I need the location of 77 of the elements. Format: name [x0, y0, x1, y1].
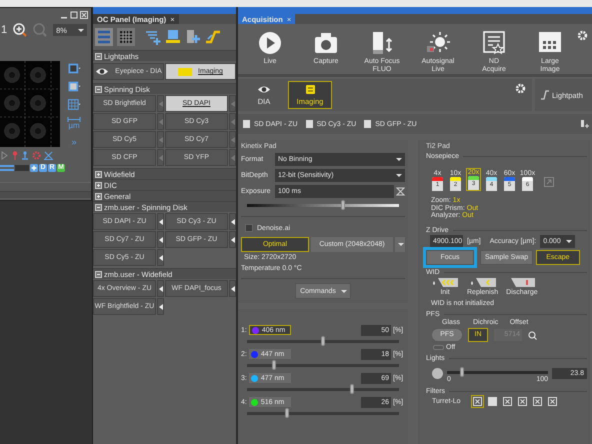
cross-box-icon [548, 397, 557, 406]
left-triangle-icon [230, 154, 234, 160]
marker-icon[interactable] [21, 150, 29, 160]
checkbox[interactable] [245, 224, 253, 232]
sun-icon [426, 31, 450, 55]
syringe-icon [468, 276, 497, 288]
play-icon [258, 31, 282, 55]
square-icon [243, 120, 250, 128]
arrow-button[interactable] [157, 280, 164, 297]
grid-icon[interactable] [65, 99, 83, 110]
left-triangle-icon [158, 304, 162, 310]
eye-icon [95, 67, 110, 76]
filter-button[interactable] [516, 395, 529, 408]
cross-box-icon [532, 397, 542, 406]
square-icon [364, 120, 372, 128]
grid-view-icon[interactable] [117, 28, 135, 46]
expand-toggle[interactable] [95, 182, 102, 188]
oc-icon [306, 84, 314, 94]
measure-icon[interactable] [44, 150, 53, 160]
cross-box-icon [502, 397, 512, 406]
left-triangle-icon [230, 286, 234, 292]
square-icon [488, 397, 497, 406]
expand-toggle[interactable] [95, 170, 102, 178]
expand-toggle[interactable] [95, 86, 102, 92]
left-triangle-icon [158, 236, 162, 242]
eye-icon [257, 84, 271, 94]
lamp-button[interactable] [432, 368, 443, 379]
lightpath-icon [540, 90, 549, 100]
arrow-button[interactable] [157, 298, 164, 315]
plus-icon[interactable] [30, 164, 38, 172]
filter-button[interactable] [500, 395, 514, 408]
arrow-button[interactable] [229, 280, 236, 297]
left-triangle-icon [158, 286, 162, 292]
left-triangle-icon [230, 136, 234, 142]
expand-toggle[interactable] [95, 52, 102, 60]
syringe-icon [431, 276, 459, 288]
zoom-in-icon[interactable] [13, 23, 28, 37]
add-list-icon[interactable] [145, 29, 161, 45]
arrow-button[interactable] [157, 249, 164, 266]
arrow-button[interactable] [229, 213, 236, 230]
left-triangle-icon [158, 254, 162, 260]
filter-button[interactable] [470, 395, 484, 408]
filter-button[interactable] [530, 395, 544, 408]
settings-icon[interactable] [577, 30, 588, 41]
add-config-icon[interactable] [185, 29, 201, 45]
expand-toggle[interactable] [95, 204, 102, 210]
cross-box-icon [472, 397, 482, 406]
left-triangle-icon [230, 118, 234, 124]
settings-icon[interactable] [515, 83, 526, 94]
square-icon [306, 120, 313, 128]
left-triangle-icon [230, 218, 234, 224]
lightpath-icon[interactable] [205, 29, 221, 45]
hourglass-icon[interactable] [396, 186, 405, 196]
expand-toggle[interactable] [95, 192, 102, 200]
left-triangle-icon [230, 236, 234, 242]
zoom-label: 1 [1, 24, 8, 36]
arrow-button[interactable] [157, 231, 164, 248]
monitor-icon[interactable] [165, 29, 181, 45]
arrow-button[interactable] [157, 213, 164, 230]
filter-button[interactable] [486, 395, 499, 408]
scale-bar-icon [67, 117, 81, 122]
close-icon[interactable] [80, 11, 88, 19]
grid-image-icon [538, 31, 562, 55]
maximize-icon[interactable] [70, 11, 78, 19]
filter-button[interactable] [546, 395, 559, 408]
camera-icon [314, 31, 338, 55]
status-indicator [433, 344, 444, 350]
left-triangle-icon [158, 218, 162, 224]
dropdown-button[interactable] [395, 237, 405, 252]
arrow-button[interactable] [229, 231, 236, 248]
filter-icon [178, 68, 192, 76]
left-triangle-icon [230, 100, 234, 106]
search-icon[interactable] [528, 330, 537, 340]
lines-icon[interactable] [0, 164, 14, 172]
cross-box-icon [518, 397, 527, 406]
add-config-icon[interactable] [581, 120, 589, 128]
expand-toggle[interactable] [95, 270, 102, 278]
